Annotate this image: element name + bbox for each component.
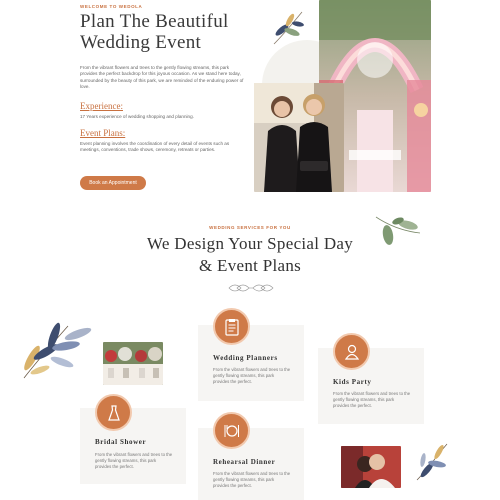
service-card-title: Kids Party	[333, 378, 372, 386]
services-title: We Design Your Special Day & Event Plans	[100, 233, 400, 277]
table-setting-photo	[103, 342, 163, 385]
dress-icon	[95, 394, 132, 431]
dinner-icon	[213, 412, 250, 449]
event-plans-heading: Event Plans:	[80, 128, 126, 138]
service-card-wedding-planners[interactable]	[198, 325, 304, 401]
leaf-cluster-icon	[416, 443, 448, 481]
service-card-text: From the vibrant flowers and trees to th…	[213, 367, 291, 385]
book-appointment-button[interactable]: Book an Appointment	[80, 176, 146, 190]
experience-text: 17 Years experience of wedding shopping …	[80, 114, 194, 119]
services-eyebrow: WEDDING SERVICES FOR YOU	[209, 225, 291, 230]
leaf-branch-icon	[375, 216, 421, 245]
service-card-title: Rehearsal Dinner	[213, 458, 276, 466]
service-card-text: From the vibrant flowers and trees to th…	[213, 471, 291, 489]
service-card-text: From the vibrant flowers and trees to th…	[333, 391, 411, 409]
service-card-title: Bridal Shower	[95, 438, 147, 446]
clipboard-icon	[213, 308, 250, 345]
hero-intro: From the vibrant flowers and trees to th…	[80, 65, 244, 89]
hero-title-line1: Plan The Beautiful	[80, 11, 229, 32]
hero-title: Plan The Beautiful Wedding Event	[80, 11, 255, 53]
hero-eyebrow: WELCOME TO WEDOLA	[80, 4, 143, 9]
hero-title-line2: Wedding Event	[80, 32, 202, 53]
leaf-spray-icon	[23, 322, 92, 379]
floral-divider-icon	[228, 284, 274, 292]
planners-photo	[254, 83, 344, 192]
service-card-title: Wedding Planners	[213, 354, 278, 362]
couple-photo	[341, 446, 401, 488]
baby-icon	[333, 333, 370, 370]
experience-heading: Experience:	[80, 101, 123, 111]
services-title-line1: We Design Your Special Day	[146, 234, 354, 253]
services-title-line2: & Event Plans	[198, 256, 302, 275]
event-plans-text: Event planning involves the coordination…	[80, 141, 230, 153]
service-card-text: From the vibrant flowers and trees to th…	[95, 452, 173, 470]
